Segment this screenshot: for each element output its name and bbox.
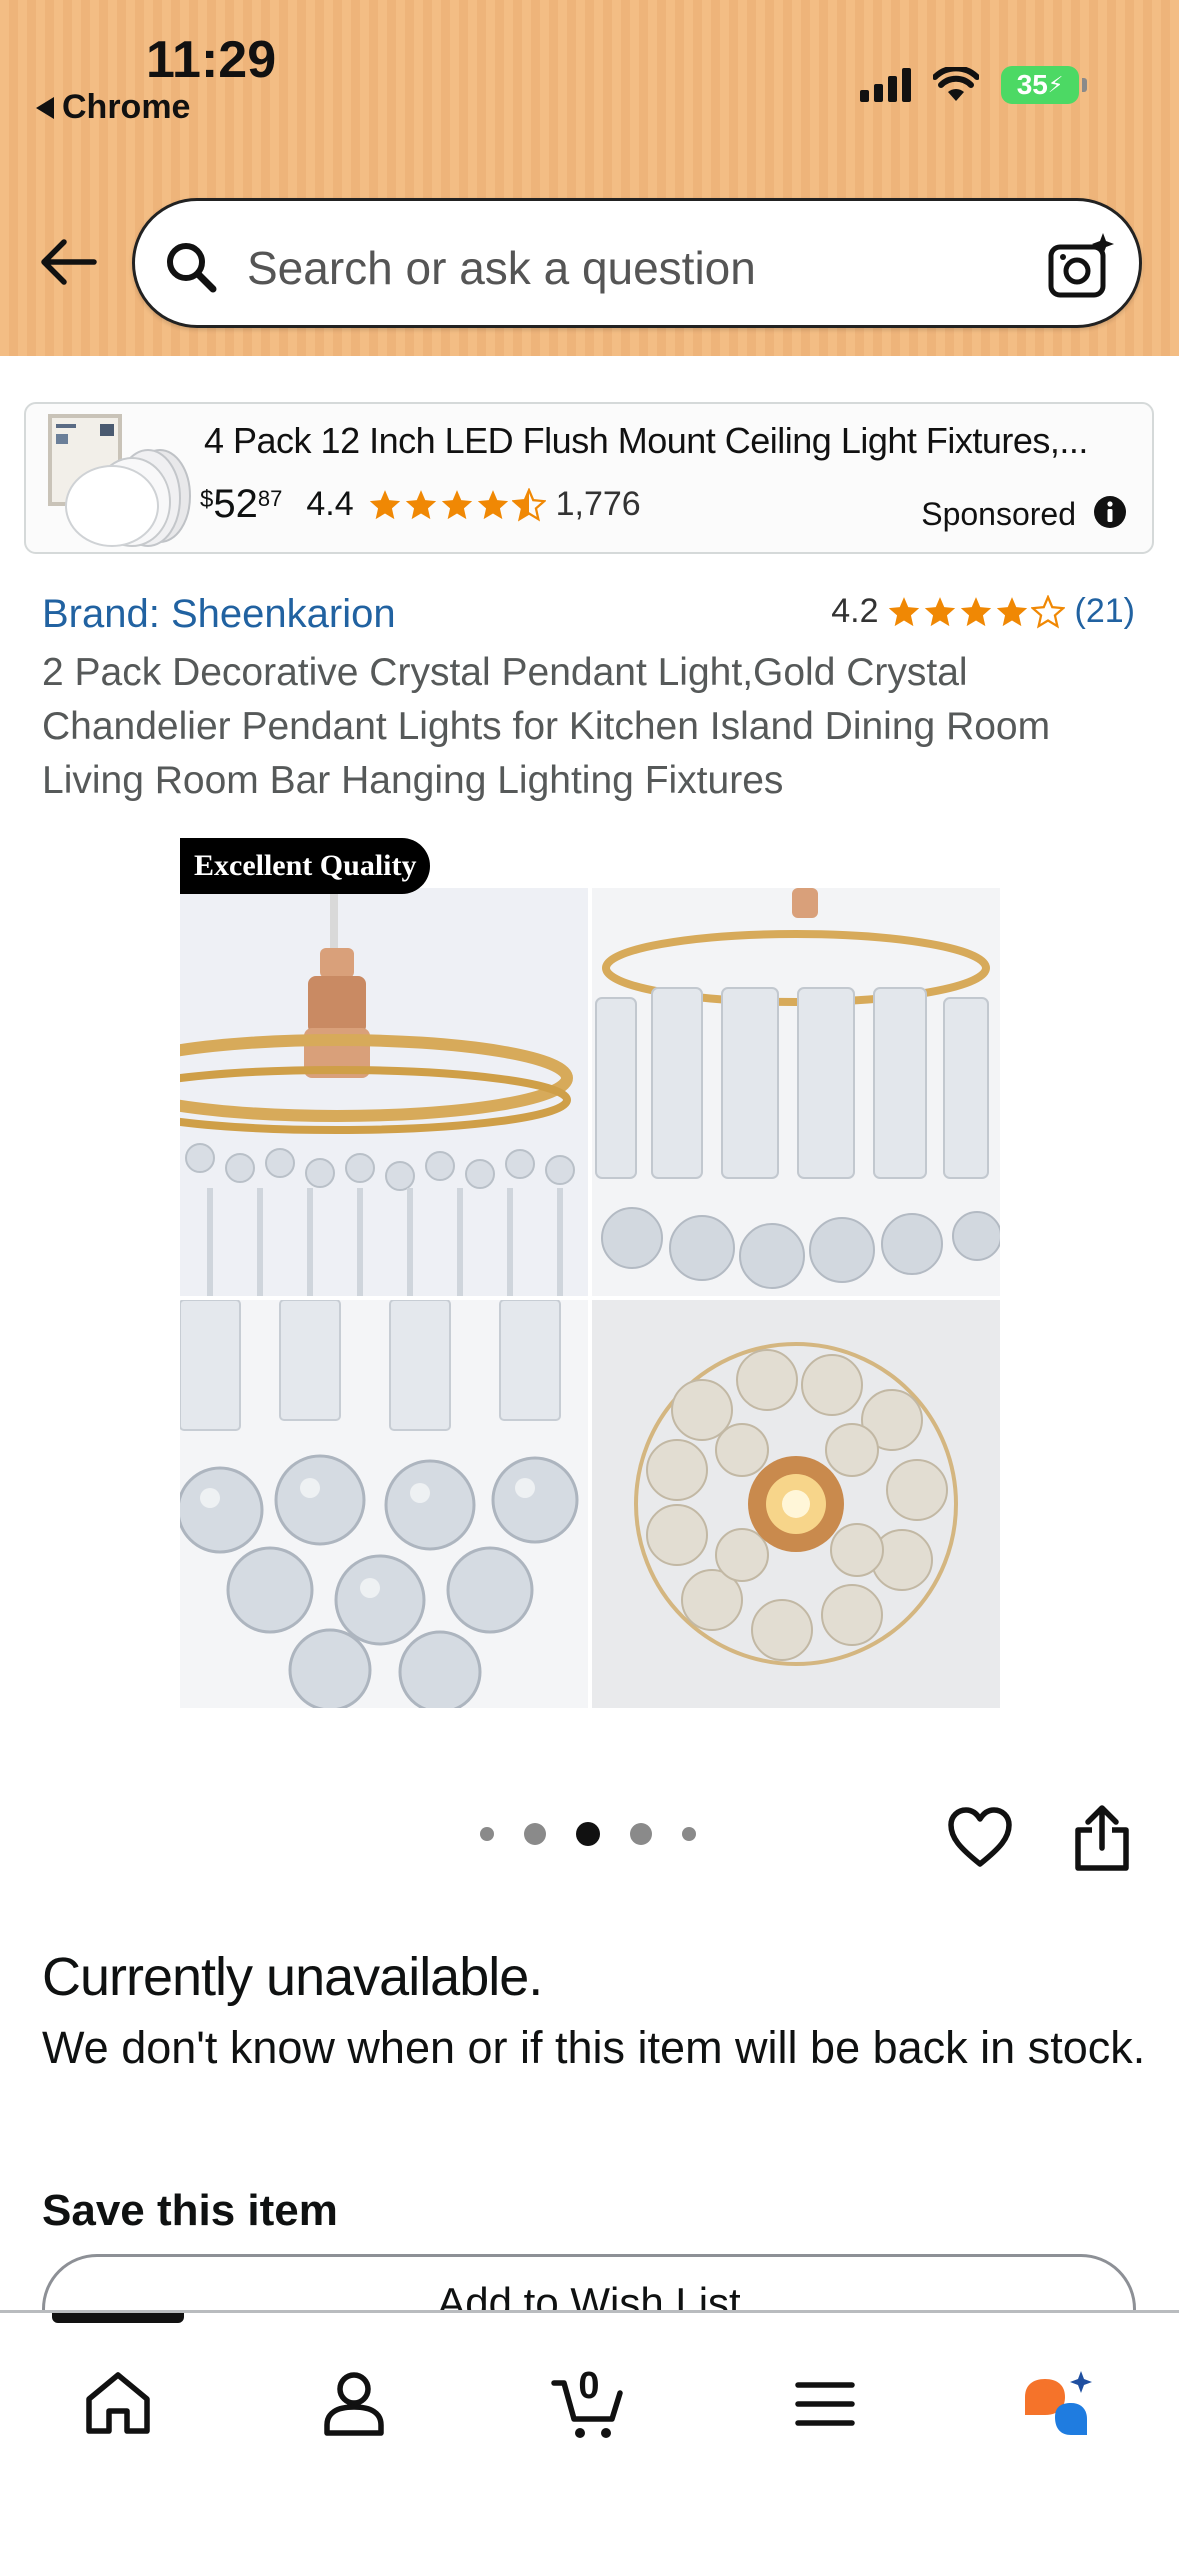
back-triangle-icon xyxy=(36,96,54,119)
carousel-dot[interactable] xyxy=(480,1827,494,1841)
star-full-icon xyxy=(996,596,1027,626)
search-placeholder: Search or ask a question xyxy=(247,242,756,294)
product-photo-bottom-right xyxy=(592,1300,1000,1708)
tab-account[interactable] xyxy=(299,2349,409,2459)
sponsored-product-title[interactable]: 4 Pack 12 Inch LED Flush Mount Ceiling L… xyxy=(204,420,1134,462)
sponsored-price-rating-row: $ 52 87 4.4 1,776 xyxy=(200,482,641,527)
tab-menu[interactable] xyxy=(770,2349,880,2459)
wifi-icon xyxy=(933,67,979,101)
star-half-icon xyxy=(511,487,546,522)
product-photo-top-left xyxy=(180,888,588,1296)
back-app-label: Chrome xyxy=(62,88,191,126)
product-title: 2 Pack Decorative Crystal Pendant Light,… xyxy=(42,651,1051,802)
product-image-carousel[interactable]: Excellent Quality xyxy=(180,838,1000,1710)
heart-icon[interactable] xyxy=(946,1804,1014,1872)
sponsored-star-rating xyxy=(368,487,546,522)
availability-status: Currently unavailable. xyxy=(42,1947,543,2007)
star-full-icon xyxy=(888,596,919,626)
excellent-quality-badge: Excellent Quality xyxy=(180,838,431,894)
sponsored-label: Sponsored xyxy=(921,496,1076,532)
search-input[interactable]: Search or ask a question xyxy=(132,198,1142,328)
cellular-signal-icon xyxy=(860,68,911,102)
back-to-app-link[interactable]: Chrome xyxy=(36,88,190,127)
cart-count: 0 xyxy=(578,2365,600,2407)
carousel-dot-active[interactable] xyxy=(576,1822,600,1846)
share-icon[interactable] xyxy=(1070,1804,1134,1872)
star-full-icon xyxy=(405,489,436,519)
product-review-count: (21) xyxy=(1074,592,1135,630)
tab-home[interactable] xyxy=(63,2349,173,2459)
sponsored-review-count: 1,776 xyxy=(555,485,641,523)
star-full-icon xyxy=(477,489,508,519)
battery-indicator: 35 ⚡ xyxy=(1001,66,1087,104)
save-item-heading: Save this item xyxy=(42,2186,338,2235)
info-icon[interactable] xyxy=(1092,494,1128,530)
status-time: 11:29 xyxy=(146,31,277,89)
camera-search-icon[interactable] xyxy=(1045,231,1117,303)
star-empty-icon xyxy=(1030,594,1065,629)
brand-link[interactable]: Brand: Sheenkarion xyxy=(42,592,396,637)
product-star-rating xyxy=(887,594,1065,629)
star-full-icon xyxy=(924,596,955,626)
availability-description: We don't know when or if this item will … xyxy=(42,2022,1146,2073)
active-tab-indicator xyxy=(52,2313,184,2323)
account-icon xyxy=(324,2372,384,2436)
star-full-icon xyxy=(960,596,991,626)
header: 11:29 Chrome 35 ⚡ Search or ask a questio… xyxy=(0,0,1179,356)
product-rating-value: 4.2 xyxy=(831,592,879,630)
product-rating[interactable]: 4.2 (21) xyxy=(831,592,1135,631)
sponsored-product-card[interactable]: 4 Pack 12 Inch LED Flush Mount Ceiling L… xyxy=(24,402,1154,554)
carousel-dot[interactable] xyxy=(682,1827,696,1841)
home-icon xyxy=(86,2372,150,2434)
sponsored-product-thumbnail xyxy=(48,414,191,547)
carousel-dots[interactable] xyxy=(480,1822,696,1846)
star-full-icon xyxy=(369,489,400,519)
carousel-dot[interactable] xyxy=(630,1823,652,1845)
status-icons: 35 ⚡ xyxy=(860,66,1087,104)
battery-level: 35 xyxy=(1016,69,1048,100)
product-image-collage xyxy=(180,888,1000,1708)
search-icon xyxy=(167,243,217,293)
sponsored-rating-value: 4.4 xyxy=(306,485,354,523)
menu-icon xyxy=(795,2382,855,2426)
carousel-dot[interactable] xyxy=(524,1823,546,1845)
rufus-icon xyxy=(1025,2371,1092,2435)
price-whole: 52 xyxy=(213,482,258,526)
tab-cart[interactable]: 0 xyxy=(534,2349,644,2459)
price-symbol: $ xyxy=(200,486,214,513)
product-photo-bottom-left xyxy=(180,1300,588,1708)
bottom-tab-bar: 0 xyxy=(0,2310,1179,2556)
tab-rufus[interactable] xyxy=(1003,2349,1113,2459)
product-photo-top-right xyxy=(592,888,1000,1296)
price-fraction: 87 xyxy=(257,486,283,511)
star-full-icon xyxy=(441,489,472,519)
back-arrow-icon[interactable] xyxy=(36,230,100,294)
